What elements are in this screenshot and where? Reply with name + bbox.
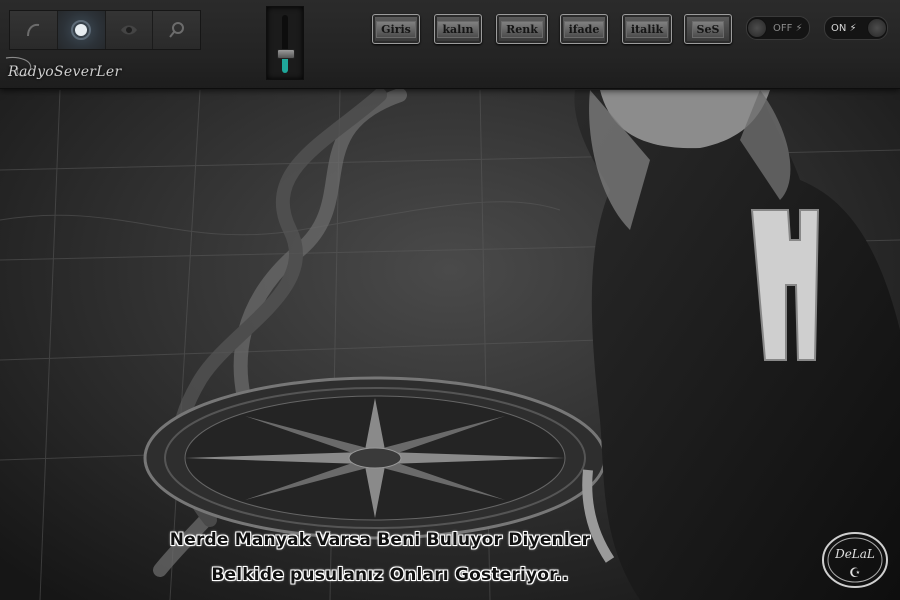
kalin-label: kalın [437, 20, 479, 38]
glow-dot-icon [71, 20, 92, 40]
kalin-button[interactable]: kalın [434, 14, 482, 44]
page: RadyoSeverLer Giris kalın Renk ifade ita… [0, 0, 900, 600]
ses-button[interactable]: SeS [684, 14, 732, 44]
toggle-off[interactable]: OFF ⚡ [746, 16, 810, 40]
play-button[interactable] [57, 11, 106, 49]
stamp-symbol: ☪ [849, 566, 861, 581]
giris-button[interactable]: Giris [372, 14, 420, 44]
toggle-off-knob [747, 18, 767, 38]
eye-button[interactable] [105, 11, 154, 49]
renk-label: Renk [501, 20, 543, 38]
toggle-on-knob [867, 18, 887, 38]
arc-icon [27, 23, 40, 37]
toggle-on[interactable]: ON ⚡ [824, 16, 888, 40]
background-image [0, 0, 900, 600]
search-button[interactable] [153, 11, 200, 49]
toggle-on-label: ON ⚡ [831, 22, 857, 34]
stamp-text: DeLaL [834, 547, 875, 561]
brand-logo-text: RadyoSeverLer [8, 64, 122, 80]
player-icon-bar [9, 10, 201, 50]
volume-slider[interactable] [266, 6, 304, 80]
eye-icon [120, 25, 137, 35]
italik-button[interactable]: italik [622, 14, 672, 44]
arc-button[interactable] [10, 11, 58, 49]
delal-stamp: DeLaL ☪ [822, 532, 888, 588]
ifade-button[interactable]: ifade [560, 14, 608, 44]
ifade-label: ifade [563, 20, 605, 38]
search-icon [168, 22, 184, 38]
italik-label: italik [625, 20, 669, 38]
toggle-off-label: OFF ⚡ [773, 22, 803, 34]
caption-line-1: Nerde Manyak Varsa Beni Buluyor Diyenler [169, 530, 591, 550]
volume-knob[interactable] [277, 49, 295, 59]
caption-line-2: Belkide pusulanız Onları Gosteriyor.. [211, 565, 569, 585]
giris-label: Giris [376, 20, 416, 38]
renk-button[interactable]: Renk [496, 14, 548, 44]
top-toolbar: RadyoSeverLer Giris kalın Renk ifade ita… [0, 0, 900, 89]
ses-label: SeS [691, 20, 725, 38]
